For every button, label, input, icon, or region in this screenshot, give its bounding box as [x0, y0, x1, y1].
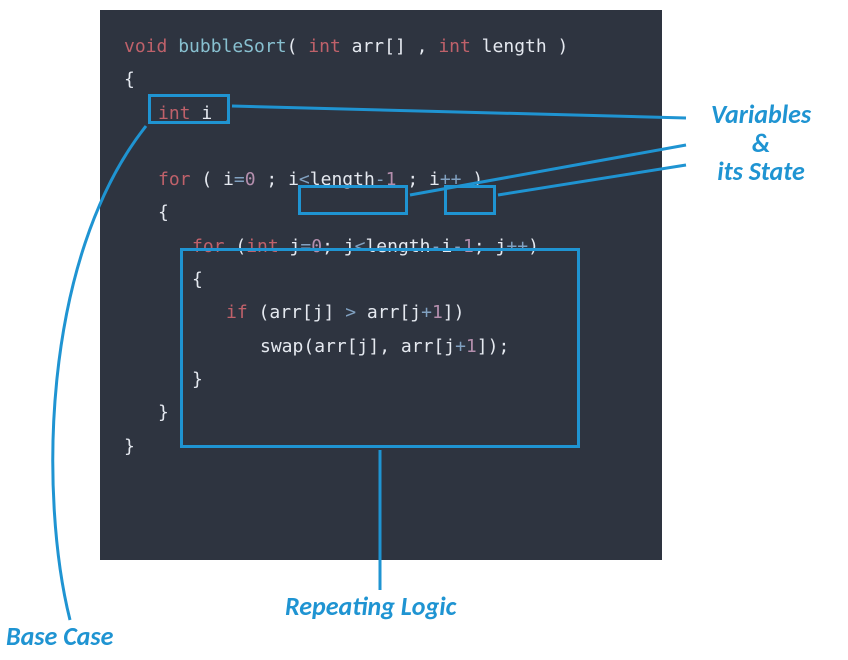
label-variables: Variables & its State [686, 100, 836, 186]
code-editor: void bubbleSort( int arr[] , int length … [100, 10, 662, 560]
code-line-10: } [124, 363, 638, 396]
code-line-11: } [124, 396, 638, 429]
code-line-1: void bubbleSort( int arr[] , int length … [124, 30, 638, 63]
code-line-5: { [124, 196, 638, 229]
code-line-7: { [124, 263, 638, 296]
label-repeating: Repeating Logic [285, 592, 456, 621]
code-line-12: } [124, 430, 638, 463]
code-blank-1 [124, 130, 638, 163]
code-line-4: for ( i=0 ; i<length-1 ; i++ ) [124, 163, 638, 196]
code-line-9: swap(arr[j], arr[j+1]); [124, 330, 638, 363]
code-line-2: { [124, 63, 638, 96]
code-line-6: for (int j=0; j<length-i-1; j++) [124, 230, 638, 263]
code-line-8: if (arr[j] > arr[j+1]) [124, 296, 638, 329]
label-base-case: Base Case [6, 622, 113, 651]
code-line-3: int i ; [124, 97, 638, 130]
